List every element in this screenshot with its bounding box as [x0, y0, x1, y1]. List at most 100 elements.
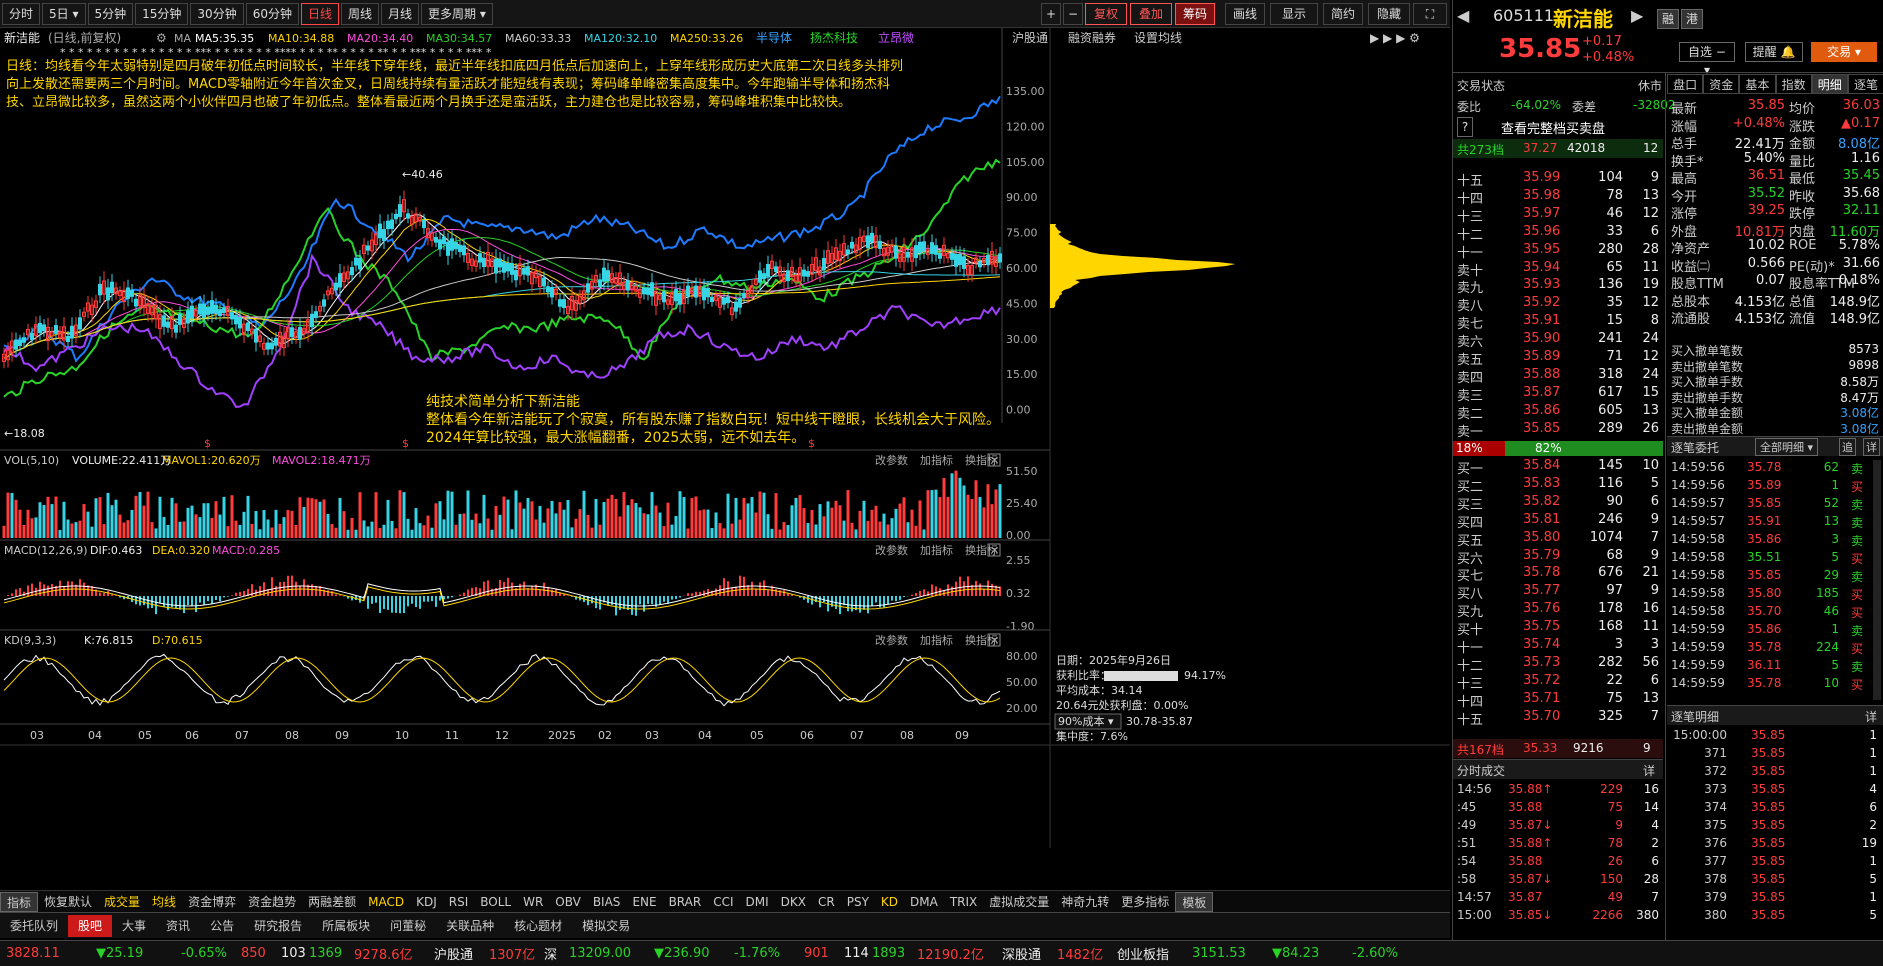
simple-button[interactable]: 简约 — [1323, 3, 1363, 25]
indicator-23[interactable]: TRIX — [944, 892, 983, 912]
right-tab-3[interactable]: 指数 — [1775, 74, 1812, 94]
indicator-14[interactable]: ENE — [626, 892, 662, 912]
period-15min[interactable]: 15分钟 — [135, 2, 189, 25]
period-monthly[interactable]: 月线 — [381, 2, 420, 25]
link-margin[interactable]: 融资融券 — [1068, 30, 1116, 45]
book-level-label: 买十 — [1457, 623, 1484, 639]
scrollbar[interactable] — [1873, 460, 1881, 700]
bottom-tab-4[interactable]: 公告 — [200, 915, 244, 937]
bottom-tab-5[interactable]: 研究报告 — [244, 915, 312, 937]
indicator-1[interactable]: 恢复默认 — [38, 892, 98, 912]
zbmx-detail-button[interactable]: 详 — [1865, 708, 1877, 725]
candle — [130, 289, 134, 297]
bottom-tab-9[interactable]: 核心题材 — [504, 915, 572, 937]
display-button[interactable]: 显示 — [1270, 3, 1318, 25]
panel-button[interactable]: 改参数 — [875, 543, 908, 557]
playback-icons[interactable]: ▶ ▶ ▶ ⚙ — [1370, 31, 1420, 45]
indicator-2[interactable]: 成交量 — [98, 892, 146, 912]
settings-icon[interactable]: ⚙ — [156, 31, 167, 45]
bottom-tab-3[interactable]: 资讯 — [156, 915, 200, 937]
bottom-tab-1[interactable]: 股吧 — [68, 914, 113, 937]
panel-button[interactable]: 加指标 — [920, 633, 953, 647]
indicator-3[interactable]: 均线 — [146, 892, 182, 912]
indicator-12[interactable]: OBV — [549, 892, 587, 912]
watchlist-button[interactable]: 自选 − ▾ — [1679, 42, 1735, 77]
bottom-tab-8[interactable]: 关联品种 — [436, 915, 504, 937]
prev-stock-icon[interactable]: ◀ — [1457, 6, 1469, 25]
period-fenshi[interactable]: 分时 — [2, 2, 41, 25]
bottom-tab-7[interactable]: 问董秘 — [380, 915, 436, 937]
indicator-17[interactable]: DMI — [740, 892, 775, 912]
indicator-20[interactable]: PSY — [841, 892, 875, 912]
overlay-yangjie[interactable]: 扬杰科技 — [810, 30, 858, 45]
indicator-22[interactable]: DMA — [904, 892, 944, 912]
period-more[interactable]: 更多周期 ▾ — [421, 2, 493, 25]
indicator-7[interactable]: MACD — [362, 892, 410, 912]
candle — [70, 325, 74, 339]
fullscreen-icon[interactable]: ⛶ — [1413, 3, 1447, 25]
indicator-11[interactable]: WR — [517, 892, 549, 912]
right-tab-4[interactable]: 明细 — [1811, 74, 1848, 94]
indicator-13[interactable]: BIAS — [587, 892, 627, 912]
remind-button[interactable]: 提醒 🔔 — [1745, 42, 1803, 62]
period-30min[interactable]: 30分钟 — [190, 2, 244, 25]
indicator-5[interactable]: 资金趋势 — [242, 892, 302, 912]
overlay-liangwei[interactable]: 立昂微 — [878, 30, 914, 45]
link-hgt[interactable]: 沪股通 — [1012, 31, 1048, 45]
help-icon[interactable]: ? — [1457, 117, 1473, 137]
panel-button[interactable]: 加指标 — [920, 453, 953, 467]
indicator-9[interactable]: RSI — [443, 892, 475, 912]
zbwt-filter[interactable]: 全部明细 ▾ — [1755, 438, 1819, 456]
indicator-26[interactable]: 更多指标 — [1115, 892, 1175, 912]
right-tab-0[interactable]: 盘口 — [1667, 74, 1704, 94]
bottom-tab-2[interactable]: 大事 — [112, 915, 156, 937]
view-full-book[interactable]: 查看完整档买卖盘 — [1501, 118, 1605, 137]
status-item-19[interactable]: 创业板指 — [1111, 944, 1186, 963]
bottom-tab-6[interactable]: 所属板块 — [312, 915, 380, 937]
indicator-27[interactable]: 模板 — [1175, 891, 1214, 912]
period-5min[interactable]: 5分钟 — [87, 2, 134, 25]
indicator-21[interactable]: KD — [875, 892, 904, 912]
trade-button[interactable]: 交易 ▾ — [1811, 42, 1877, 62]
indicator-19[interactable]: CR — [812, 892, 841, 912]
indicator-10[interactable]: BOLL — [474, 892, 517, 912]
zbwt-detail-button[interactable]: 详 — [1863, 438, 1880, 456]
panel-button[interactable]: 改参数 — [875, 453, 908, 467]
bottom-tab-0[interactable]: 委托队列 — [0, 915, 68, 937]
zoom-in-icon[interactable]: + — [1041, 3, 1061, 25]
status-item-17[interactable]: 深股通 — [996, 944, 1051, 963]
indicator-16[interactable]: CCI — [707, 892, 739, 912]
indicator-0[interactable]: 指标 — [0, 891, 39, 912]
right-tab-1[interactable]: 资金 — [1703, 74, 1740, 94]
kline-svg[interactable]: 新洁能 (日线,前复权) ⚙ MA MA5:35.35 MA10:34.88 M… — [0, 28, 1450, 890]
tick-volume: 75 — [1607, 800, 1623, 814]
chips-button[interactable]: 筹码 — [1175, 3, 1215, 25]
indicator-18[interactable]: DKX — [775, 892, 812, 912]
indicator-6[interactable]: 两融差额 — [302, 892, 362, 912]
fuquan-button[interactable]: 复权 — [1085, 3, 1127, 25]
right-tab-2[interactable]: 基本 — [1739, 74, 1776, 94]
indicator-8[interactable]: KDJ — [410, 892, 443, 912]
next-stock-icon[interactable]: ▶ — [1631, 6, 1643, 25]
right-tab-5[interactable]: 逐笔 — [1847, 74, 1883, 94]
zoom-out-icon[interactable]: − — [1063, 3, 1083, 25]
link-ma-settings[interactable]: 设置均线 — [1134, 31, 1182, 45]
fenshi-detail-button[interactable]: 详 — [1643, 762, 1655, 779]
period-weekly[interactable]: 周线 — [341, 2, 380, 25]
indicator-4[interactable]: 资金博弈 — [182, 892, 242, 912]
bottom-tab-10[interactable]: 模拟交易 — [572, 915, 640, 937]
period-5day[interactable]: 5日 ▾ — [42, 2, 86, 25]
panel-button[interactable]: 改参数 — [875, 633, 908, 647]
draw-line-button[interactable]: 画线 — [1225, 3, 1265, 25]
indicator-25[interactable]: 神奇九转 — [1055, 892, 1115, 912]
period-daily[interactable]: 日线 — [300, 2, 339, 25]
overlay-button[interactable]: 叠加 — [1130, 3, 1172, 25]
overlay-semiconductor[interactable]: 半导体 — [756, 31, 792, 45]
status-item-7[interactable]: 沪股通 — [428, 944, 483, 963]
panel-button[interactable]: 加指标 — [920, 543, 953, 557]
zbwt-chase-button[interactable]: 追 — [1839, 438, 1856, 456]
indicator-15[interactable]: BRAR — [663, 892, 708, 912]
period-60min[interactable]: 60分钟 — [245, 2, 299, 25]
hide-button[interactable]: 隐藏 — [1368, 3, 1410, 25]
indicator-24[interactable]: 虚拟成交量 — [983, 892, 1055, 912]
